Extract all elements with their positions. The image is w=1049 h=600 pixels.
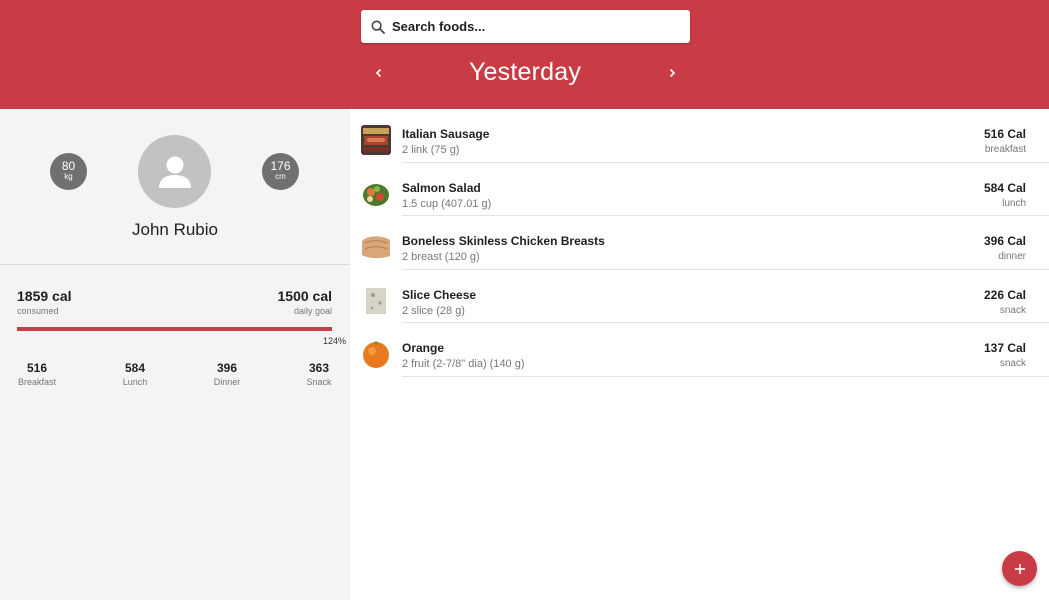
meal-stat-breakfast: 516 Breakfast [7,361,67,387]
search-icon [370,19,386,35]
food-name: Boneless Skinless Chicken Breasts [402,234,605,248]
height-badge[interactable]: 176 cm [262,153,299,190]
calories-goal: 1500 cal [277,288,333,304]
food-name: Italian Sausage [402,127,490,141]
calories-consumed: 1859 cal [17,288,72,304]
meal-stat-label: Breakfast [17,377,57,387]
food-list-item[interactable]: Salmon Salad 1.5 cup (407.01 g) 584 Cal … [350,163,1049,216]
divider [402,375,1049,377]
profile-card: 80 kg 176 cm John Rubio [0,109,350,265]
weight-unit: kg [64,172,73,181]
food-meal: snack [999,304,1026,316]
search-input[interactable] [392,19,672,34]
meal-stat-value: 584 [124,361,146,375]
food-name: Slice Cheese [402,287,477,302]
food-calories: 226 Cal [983,287,1026,302]
food-portion: 2 breast (120 g) [402,251,480,263]
sausage-package-thumbnail [361,125,391,155]
calorie-progress-fill [17,327,332,331]
food-meal: dinner [998,251,1026,262]
food-log-list: Italian Sausage 2 link (75 g) 516 Cal br… [350,109,1049,377]
food-portion: 2 link (75 g) [402,144,460,156]
food-meal: lunch [1002,197,1026,209]
height-unit: cm [275,172,286,181]
previous-day-button[interactable] [368,62,390,84]
food-portion: 2 slice (28 g) [402,304,465,317]
person-icon [158,156,191,188]
next-day-button[interactable] [661,62,683,84]
calories-goal-label: daily goal [293,306,332,316]
meal-stat-snack: 363 Snack [289,361,349,387]
meal-stat-label: Snack [306,377,332,387]
food-name: Orange [402,341,445,355]
meal-stat-dinner: 396 Dinner [197,361,257,387]
salad-bowl-thumbnail [361,178,391,209]
chevron-left-icon [375,68,382,78]
meal-stat-value: 363 [308,361,330,375]
food-calories: 396 Cal [983,234,1026,248]
date-title: Yesterday [468,58,582,86]
height-value: 176 [270,159,291,173]
food-meal: breakfast [984,144,1026,155]
food-name: Salmon Salad [402,180,481,195]
chevron-right-icon [669,68,676,78]
food-calories: 137 Cal [983,341,1026,355]
avatar[interactable] [138,135,211,208]
meal-stat-lunch: 584 Lunch [105,361,165,387]
food-portion: 1.5 cup (407.01 g) [402,197,492,210]
user-name: John Rubio [131,220,218,239]
summary-sidebar: 80 kg 176 cm John Rubio 1859 cal consume… [0,109,350,600]
chicken-breast-thumbnail [361,232,391,262]
meal-stat-value: 516 [26,361,48,375]
orange-thumbnail [361,339,391,369]
calorie-progress-bar [17,327,332,331]
weight-badge[interactable]: 80 kg [50,153,87,190]
meal-stat-label: Dinner [213,377,241,387]
food-calories: 516 Cal [983,127,1026,141]
food-list-item[interactable]: Orange 2 fruit (2-7/8" dia) (140 g) 137 … [350,323,1049,377]
search-bar[interactable] [361,10,690,43]
food-calories: 584 Cal [983,180,1026,195]
cheese-slice-thumbnail [361,285,391,316]
calories-consumed-label: consumed [17,306,59,316]
weight-value: 80 [61,159,76,173]
meal-stat-label: Lunch [122,377,148,387]
meal-stat-value: 396 [216,361,238,375]
food-list-item[interactable]: Boneless Skinless Chicken Breasts 2 brea… [350,216,1049,270]
food-portion: 2 fruit (2-7/8" dia) (140 g) [402,358,525,370]
calorie-progress-percent: 124% [322,336,346,346]
food-meal: snack [999,358,1026,369]
food-list-item[interactable]: Italian Sausage 2 link (75 g) 516 Cal br… [350,109,1049,163]
plus-icon [1014,563,1025,574]
food-list-item[interactable]: Slice Cheese 2 slice (28 g) 226 Cal snac… [350,270,1049,323]
add-food-button[interactable] [1002,551,1037,586]
app-header: Yesterday [0,0,1049,109]
